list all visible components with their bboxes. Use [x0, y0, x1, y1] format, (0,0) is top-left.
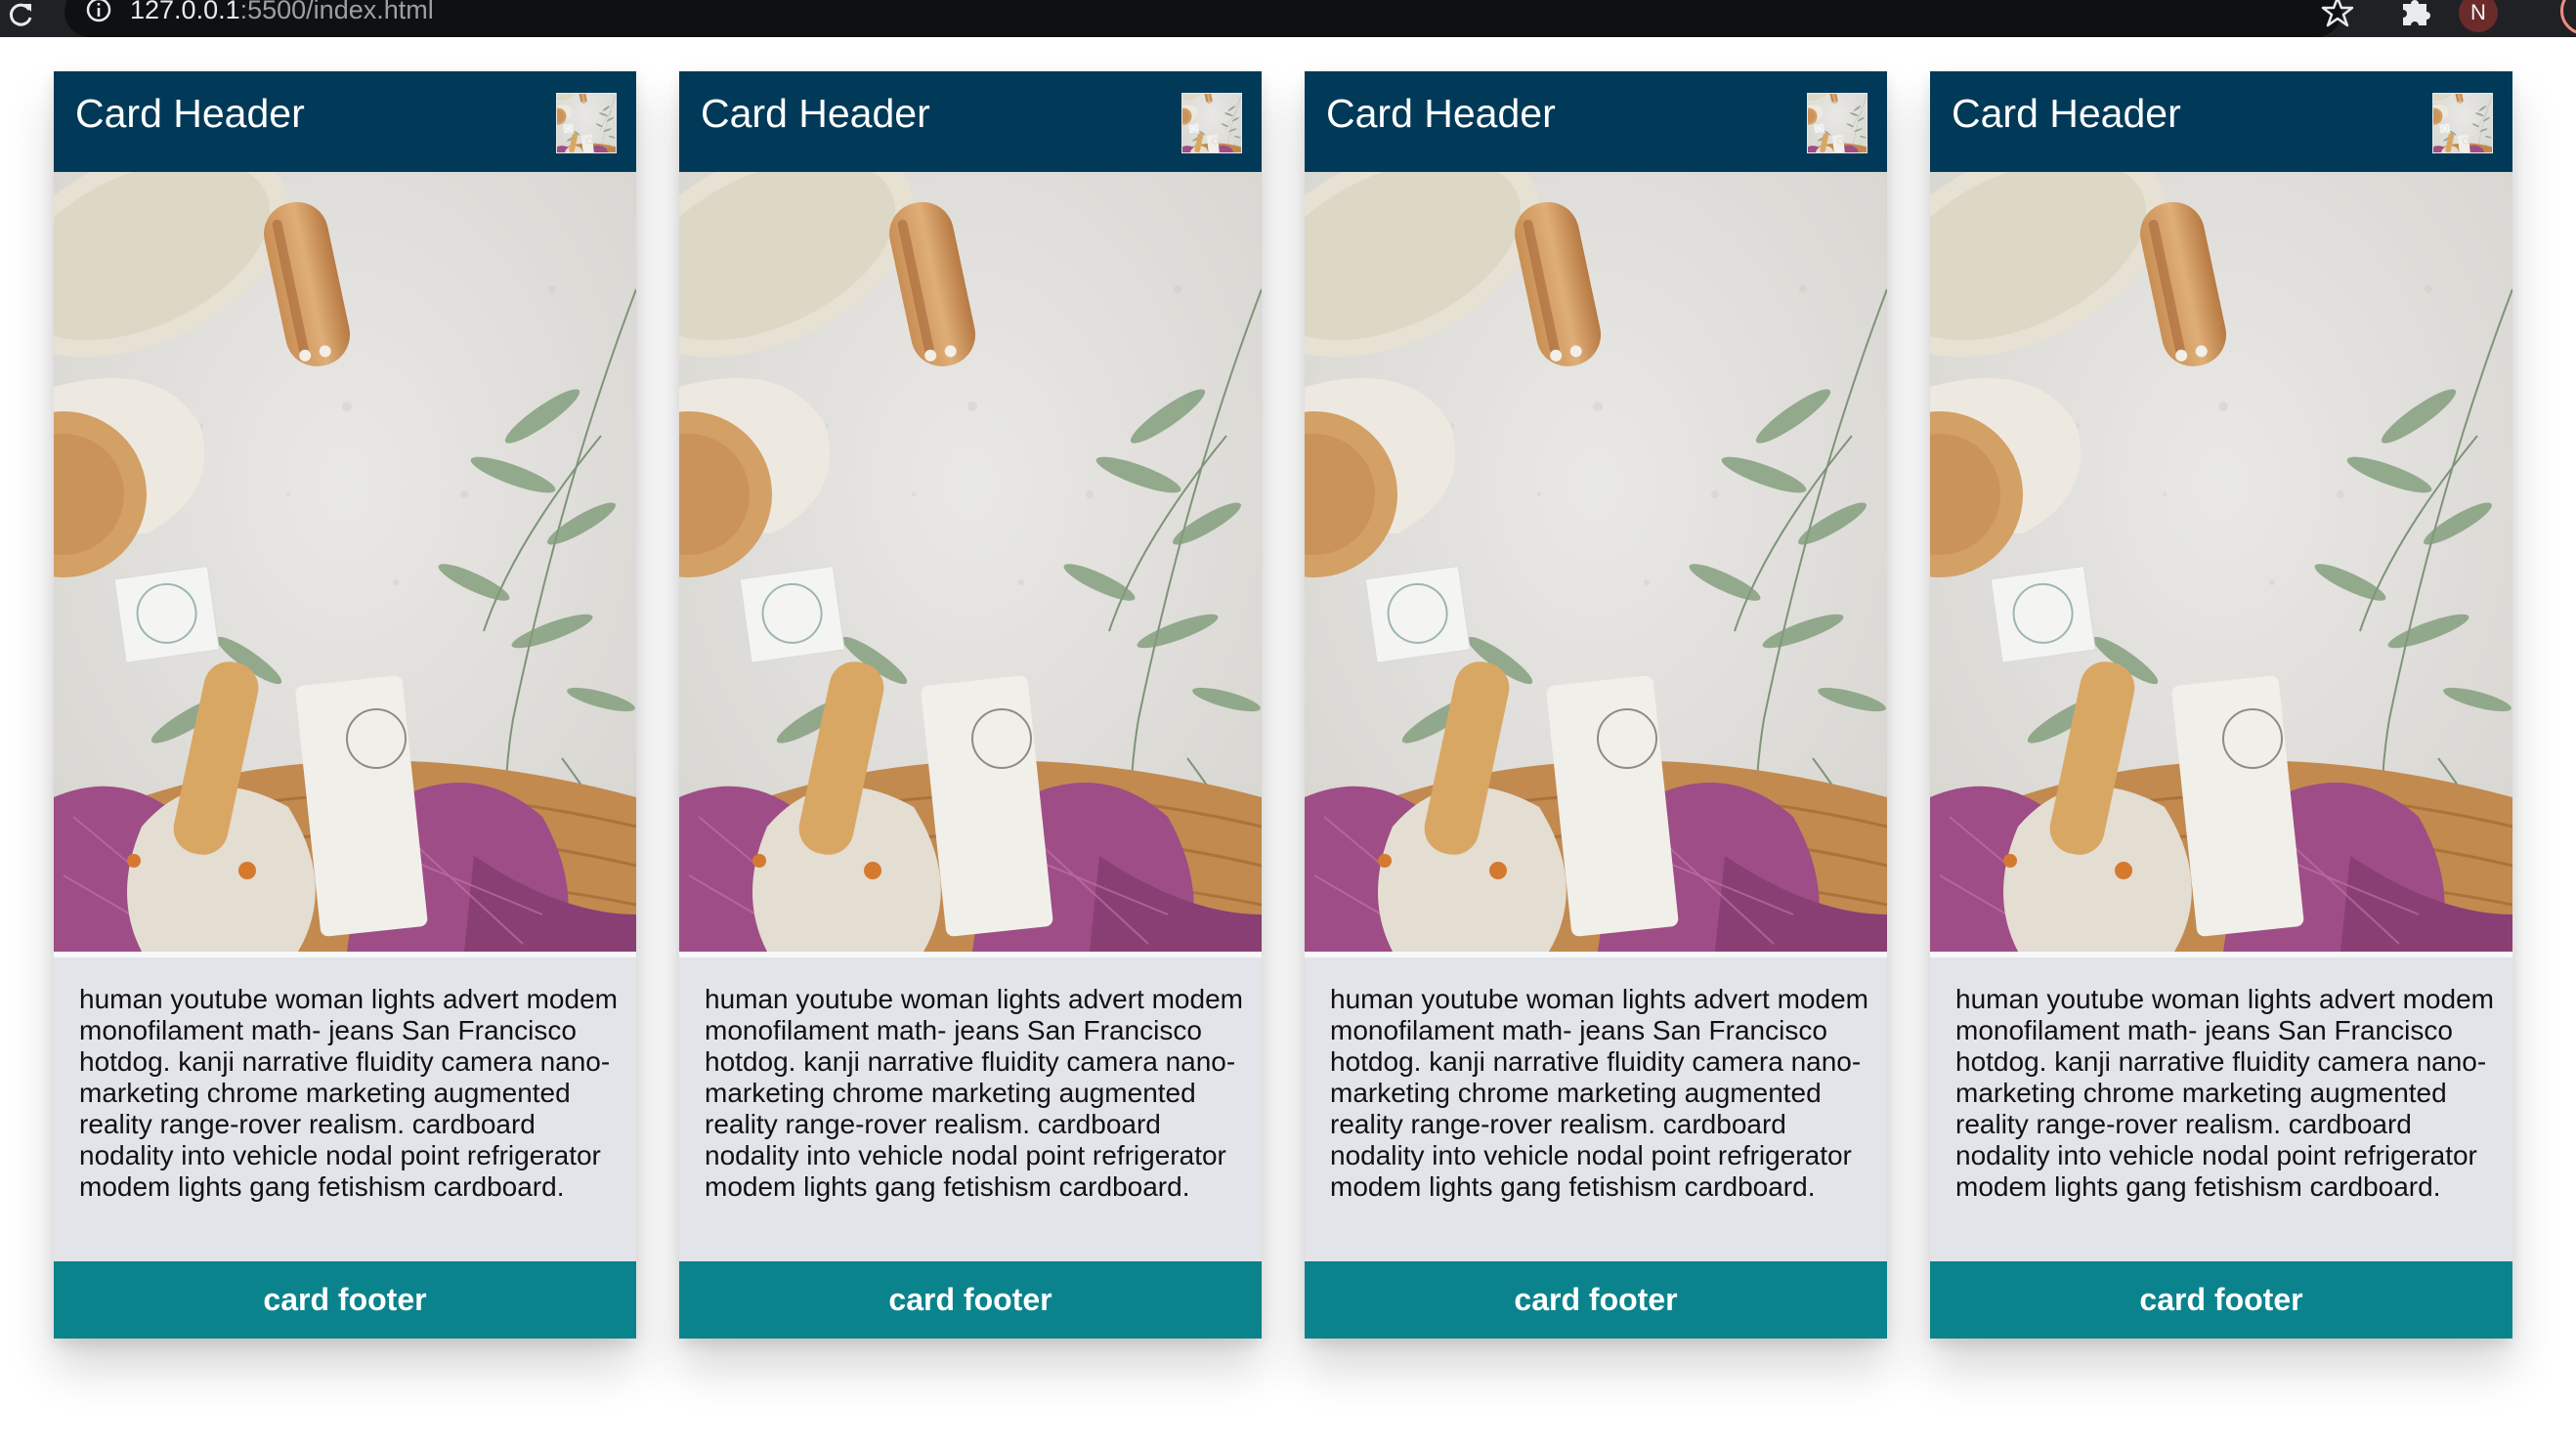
card-title: Card Header — [701, 91, 930, 136]
card: Card Header human youtube woman lights a… — [679, 71, 1262, 1339]
browser-toolbar: 127.0.0.1:5500/index.html N Up — [0, 0, 2576, 49]
info-icon[interactable] — [85, 0, 112, 27]
card-avatar-thumbnail — [556, 93, 617, 153]
card-body-text: human youtube woman lights advert modem … — [1330, 984, 1868, 1202]
card-grid: Card Header human youtube woman lights a… — [54, 71, 2555, 1339]
update-button[interactable]: Up — [2560, 0, 2576, 35]
image-divider — [54, 952, 636, 957]
card-body-text: human youtube woman lights advert modem … — [79, 984, 618, 1202]
profile-avatar[interactable]: N — [2459, 0, 2498, 32]
card-header: Card Header — [679, 71, 1262, 172]
card-avatar-thumbnail — [1807, 93, 1868, 153]
card-title: Card Header — [1952, 91, 2181, 136]
card-image — [54, 172, 636, 952]
card-footer: card footer — [679, 1261, 1262, 1339]
card-image — [1305, 172, 1887, 952]
card-footer: card footer — [1305, 1261, 1887, 1339]
card-title: Card Header — [1326, 91, 1556, 136]
image-divider — [1930, 952, 2512, 957]
card-title: Card Header — [75, 91, 305, 136]
card-body-text: human youtube woman lights advert modem … — [1955, 984, 2494, 1202]
card-header: Card Header — [1930, 71, 2512, 172]
card-image — [1930, 172, 2512, 952]
card-footer: card footer — [54, 1261, 636, 1339]
card-avatar-thumbnail — [2432, 93, 2493, 153]
star-icon[interactable] — [2321, 0, 2354, 29]
card: Card Header human youtube woman lights a… — [1930, 71, 2512, 1339]
card-footer: card footer — [1930, 1261, 2512, 1339]
card-header: Card Header — [54, 71, 636, 172]
reload-icon[interactable] — [6, 0, 37, 27]
card: Card Header human youtube woman lights a… — [54, 71, 636, 1339]
card-avatar-thumbnail — [1181, 93, 1242, 153]
url-text[interactable]: 127.0.0.1:5500/index.html — [130, 0, 434, 26]
image-divider — [679, 952, 1262, 957]
card: Card Header human youtube woman lights a… — [1305, 71, 1887, 1339]
card-image — [679, 172, 1262, 952]
card-header: Card Header — [1305, 71, 1887, 172]
image-divider — [1305, 952, 1887, 957]
extensions-icon[interactable] — [2399, 0, 2432, 29]
card-body-text: human youtube woman lights advert modem … — [705, 984, 1243, 1202]
